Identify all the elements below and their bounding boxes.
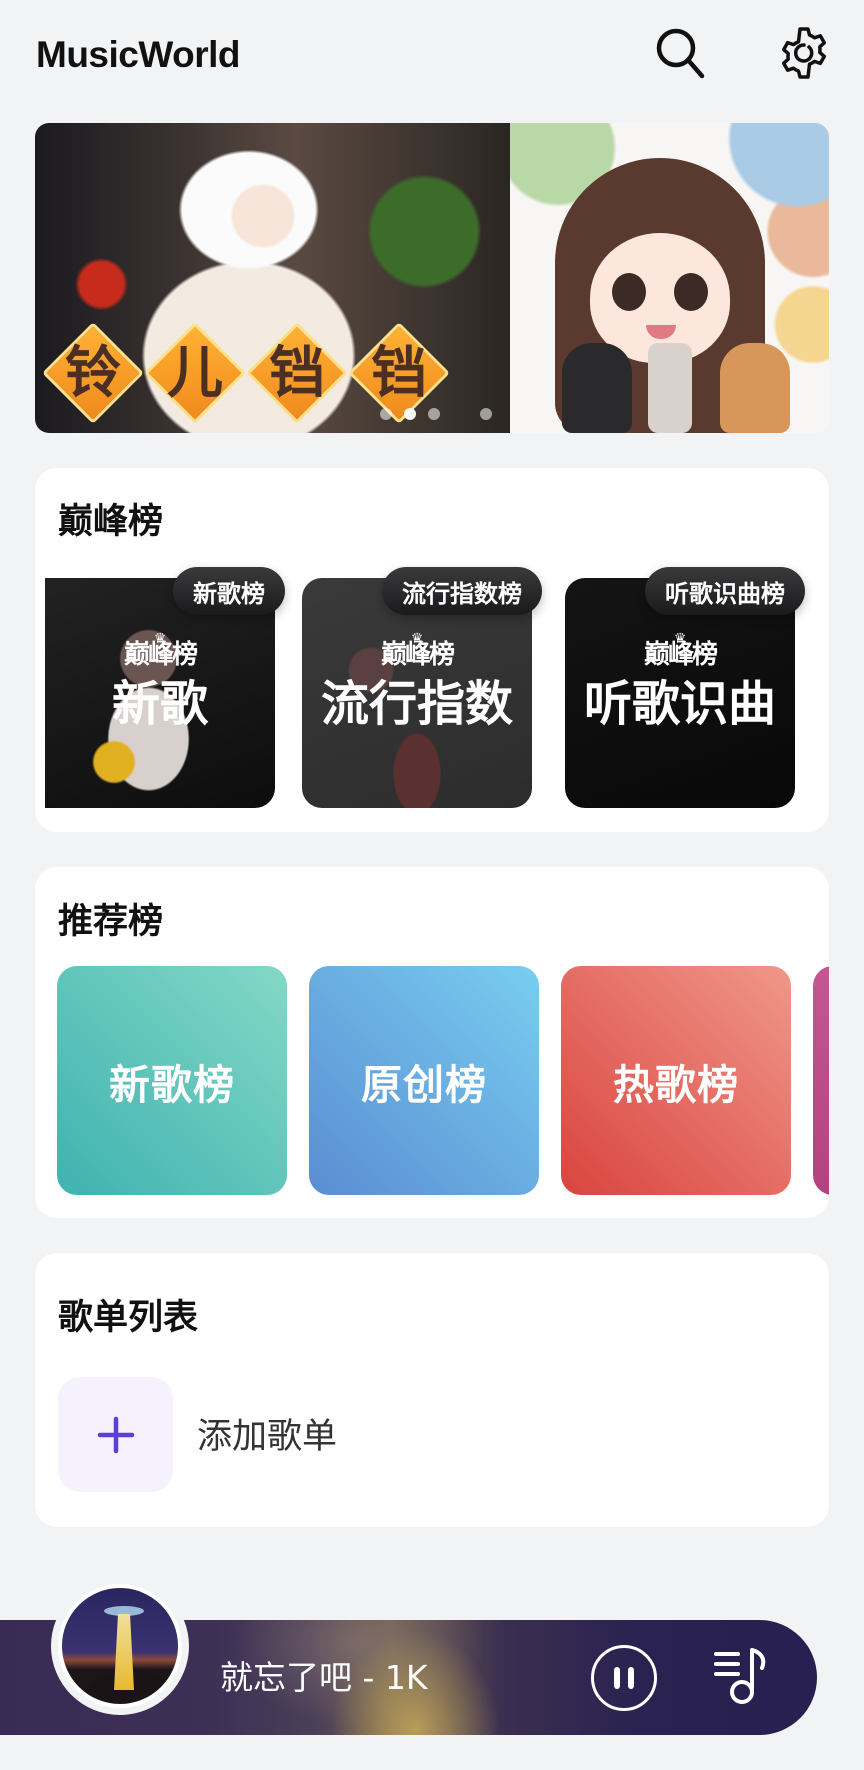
peak-logo: 巅峰榜: [380, 640, 455, 670]
banner-photo: 铃 儿 铛 铛: [35, 123, 510, 433]
playlist-icon: [714, 1648, 766, 1704]
peak-charts-section: 巅峰榜 ♛ 巅峰榜 新歌 新歌榜 ♛ 巅峰榜 流行指数 流行指数榜 ♛ 巅峰榜 …: [35, 468, 829, 832]
settings-button[interactable]: [776, 25, 832, 81]
cartoon-mouth: [646, 325, 676, 339]
peak-card-label: 新歌: [111, 676, 208, 732]
pause-button[interactable]: [591, 1645, 657, 1711]
add-playlist-button[interactable]: [58, 1377, 173, 1492]
banner-illustration: [510, 123, 829, 433]
album-art[interactable]: [58, 1584, 182, 1708]
carousel-dot-active[interactable]: [404, 408, 416, 420]
peak-chart-card[interactable]: ♛ 巅峰榜 流行指数 流行指数榜: [302, 567, 542, 808]
now-playing-title[interactable]: 就忘了吧 - 1K: [220, 1656, 428, 1700]
peak-card-label: 听歌识曲: [583, 676, 776, 732]
add-playlist-label[interactable]: 添加歌单: [197, 1415, 337, 1459]
peak-chart-card[interactable]: ♛ 巅峰榜 新歌 新歌榜: [45, 567, 285, 808]
section-title: 巅峰榜: [58, 502, 164, 542]
recommended-card-original[interactable]: 原创榜: [309, 966, 539, 1195]
cartoon-eye: [612, 273, 646, 311]
recommended-section: 推荐榜 新歌榜 原创榜 热歌榜: [35, 867, 829, 1218]
carousel-dots: [380, 408, 492, 420]
recommended-card-new[interactable]: 新歌榜: [57, 966, 287, 1195]
recommended-card-label: 新歌榜: [109, 1060, 235, 1109]
peak-logo: 巅峰榜: [643, 640, 718, 670]
banner-char: 儿: [147, 325, 243, 421]
banner-char-text: 铃: [65, 340, 121, 406]
banner-char-text: 铛: [269, 340, 325, 406]
app-title: MusicWorld: [36, 34, 241, 75]
peak-badge: 流行指数榜: [382, 567, 542, 615]
cartoon-eye: [674, 273, 708, 311]
dog-orange: [720, 343, 790, 433]
banner-carousel[interactable]: 铃 儿 铛 铛: [35, 123, 829, 433]
peak-chart-card[interactable]: ♛ 巅峰榜 听歌识曲 听歌识曲榜: [565, 567, 805, 808]
gear-icon: [781, 27, 827, 79]
carousel-dot[interactable]: [428, 408, 440, 420]
carousel-dot[interactable]: [480, 408, 492, 420]
peak-logo: 巅峰榜: [123, 640, 198, 670]
search-button[interactable]: [652, 24, 708, 80]
playlist-button[interactable]: [712, 1646, 774, 1706]
banner-char-text: 铛: [371, 340, 427, 406]
peak-badge: 听歌识曲榜: [645, 567, 805, 615]
section-title: 推荐榜: [58, 902, 164, 942]
recommended-card-more[interactable]: [813, 966, 829, 1195]
peak-badge: 新歌榜: [173, 567, 285, 615]
beam-graphic: [114, 1614, 134, 1690]
playlists-section: 歌单列表 添加歌单: [35, 1253, 829, 1527]
pause-icon: [628, 1667, 634, 1689]
peak-card-label: 流行指数: [320, 676, 513, 732]
banner-char-text: 儿: [167, 340, 223, 406]
recommended-card-label: 原创榜: [361, 1060, 487, 1109]
section-title: 歌单列表: [58, 1298, 199, 1338]
dog-black: [562, 343, 632, 433]
plus-icon: [97, 1416, 134, 1453]
recommended-card-hot[interactable]: 热歌榜: [561, 966, 791, 1195]
recommended-card-label: 热歌榜: [613, 1060, 739, 1109]
banner-char: 铛: [351, 325, 447, 421]
banner-char: 铃: [45, 325, 141, 421]
banner-char: 铛: [249, 325, 345, 421]
banner-title: 铃 儿 铛 铛: [45, 325, 447, 421]
microphone: [648, 343, 692, 433]
carousel-dot[interactable]: [380, 408, 392, 420]
pause-icon: [614, 1667, 620, 1689]
search-icon: [656, 28, 705, 79]
